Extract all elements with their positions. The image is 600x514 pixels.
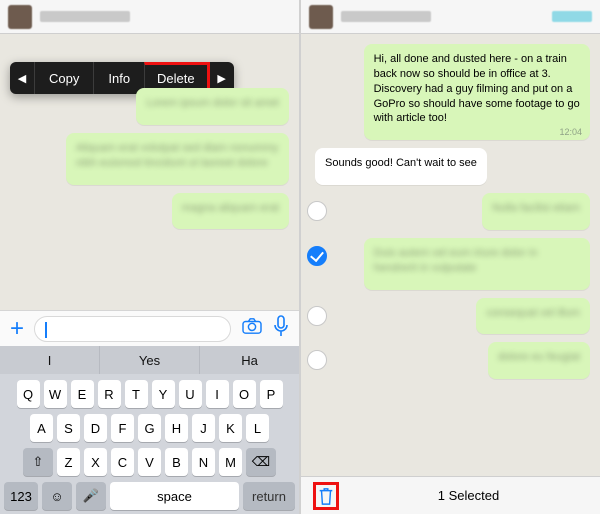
key-A[interactable]: A: [30, 414, 53, 442]
key-⌫[interactable]: ⌫: [246, 448, 276, 476]
message-bubble[interactable]: Nulla facilisi etiam: [482, 193, 590, 230]
key-F[interactable]: F: [111, 414, 134, 442]
key-emoji[interactable]: ☺: [42, 482, 72, 510]
key-P[interactable]: P: [260, 380, 283, 408]
suggestion-2[interactable]: Yes: [100, 346, 200, 374]
key-C[interactable]: C: [111, 448, 134, 476]
compose-bar: +: [0, 310, 299, 346]
camera-icon[interactable]: [241, 317, 263, 340]
left-pane: ◀ Copy Info Delete ▶ Lorem ipsum dolor s…: [0, 0, 299, 514]
message-row: Sounds good! Can't wait to see: [307, 148, 590, 185]
key-B[interactable]: B: [165, 448, 188, 476]
message-bubble[interactable]: Hi, all done and dusted here - on a trai…: [364, 44, 590, 140]
key-V[interactable]: V: [138, 448, 161, 476]
chat-scroll-select[interactable]: Hi, all done and dusted here - on a trai…: [301, 34, 600, 476]
suggestion-3[interactable]: Ha: [200, 346, 299, 374]
select-radio[interactable]: [307, 246, 327, 266]
key-mic[interactable]: 🎤: [76, 482, 106, 510]
key-K[interactable]: K: [219, 414, 242, 442]
message-bubble[interactable]: Duis autem vel eum iriure dolor in hendr…: [364, 238, 590, 290]
mic-icon[interactable]: [273, 315, 289, 342]
selection-count: 1 Selected: [349, 488, 588, 503]
key-D[interactable]: D: [84, 414, 107, 442]
key-num[interactable]: 123: [4, 482, 38, 510]
key-G[interactable]: G: [138, 414, 161, 442]
menu-copy[interactable]: Copy: [34, 62, 93, 94]
key-Z[interactable]: Z: [57, 448, 80, 476]
key-L[interactable]: L: [246, 414, 269, 442]
key-N[interactable]: N: [192, 448, 215, 476]
selection-toolbar: 1 Selected: [301, 476, 600, 514]
predictive-bar: I Yes Ha: [0, 346, 299, 374]
message-bubble[interactable]: Lorem ipsum dolor sit amet: [136, 88, 289, 125]
key-O[interactable]: O: [233, 380, 256, 408]
right-pane: Hi, all done and dusted here - on a trai…: [299, 0, 600, 514]
message-row: consequat vel illum: [307, 298, 590, 335]
suggestion-1[interactable]: I: [0, 346, 100, 374]
message-bubble[interactable]: Sounds good! Can't wait to see: [315, 148, 487, 185]
key-space[interactable]: space: [110, 482, 239, 510]
trash-button[interactable]: [313, 482, 339, 510]
key-M[interactable]: M: [219, 448, 242, 476]
message-row: Hi, all done and dusted here - on a trai…: [307, 44, 590, 140]
chat-header: [0, 0, 299, 34]
contact-name: [40, 11, 130, 22]
key-⇧[interactable]: ⇧: [23, 448, 53, 476]
key-I[interactable]: I: [206, 380, 229, 408]
key-X[interactable]: X: [84, 448, 107, 476]
avatar[interactable]: [309, 5, 333, 29]
keyboard: QWERTYUIOP ASDFGHJKL ⇧ZXCVBNM⌫ 123☺🎤spacere…: [0, 374, 299, 514]
key-W[interactable]: W: [44, 380, 67, 408]
message-row: Duis autem vel eum iriure dolor in hendr…: [307, 238, 590, 290]
key-Y[interactable]: Y: [152, 380, 175, 408]
key-H[interactable]: H: [165, 414, 188, 442]
key-R[interactable]: R: [98, 380, 121, 408]
contact-name: [341, 11, 431, 22]
key-return[interactable]: return: [243, 482, 295, 510]
chat-scroll[interactable]: ◀ Copy Info Delete ▶ Lorem ipsum dolor s…: [0, 34, 299, 310]
attach-button[interactable]: +: [10, 317, 24, 341]
status-text: [552, 11, 592, 22]
key-T[interactable]: T: [125, 380, 148, 408]
message-row: Nulla facilisi etiam: [307, 193, 590, 230]
select-radio[interactable]: [307, 306, 327, 326]
key-Q[interactable]: Q: [17, 380, 40, 408]
message-bubble[interactable]: magna aliquam erat: [172, 193, 289, 230]
message-input[interactable]: [34, 316, 231, 342]
key-U[interactable]: U: [179, 380, 202, 408]
select-radio[interactable]: [307, 350, 327, 370]
select-radio[interactable]: [307, 201, 327, 221]
message-bubble[interactable]: dolore eu feugiat: [488, 342, 590, 379]
key-S[interactable]: S: [57, 414, 80, 442]
menu-info[interactable]: Info: [93, 62, 144, 94]
key-E[interactable]: E: [71, 380, 94, 408]
menu-prev-icon[interactable]: ◀: [10, 62, 34, 94]
chat-header: [301, 0, 600, 34]
message-bubble[interactable]: consequat vel illum: [476, 298, 590, 335]
avatar[interactable]: [8, 5, 32, 29]
key-J[interactable]: J: [192, 414, 215, 442]
message-row: dolore eu feugiat: [307, 342, 590, 379]
message-bubble[interactable]: Aliquam erat volutpat sed diam nonummy n…: [66, 133, 289, 185]
